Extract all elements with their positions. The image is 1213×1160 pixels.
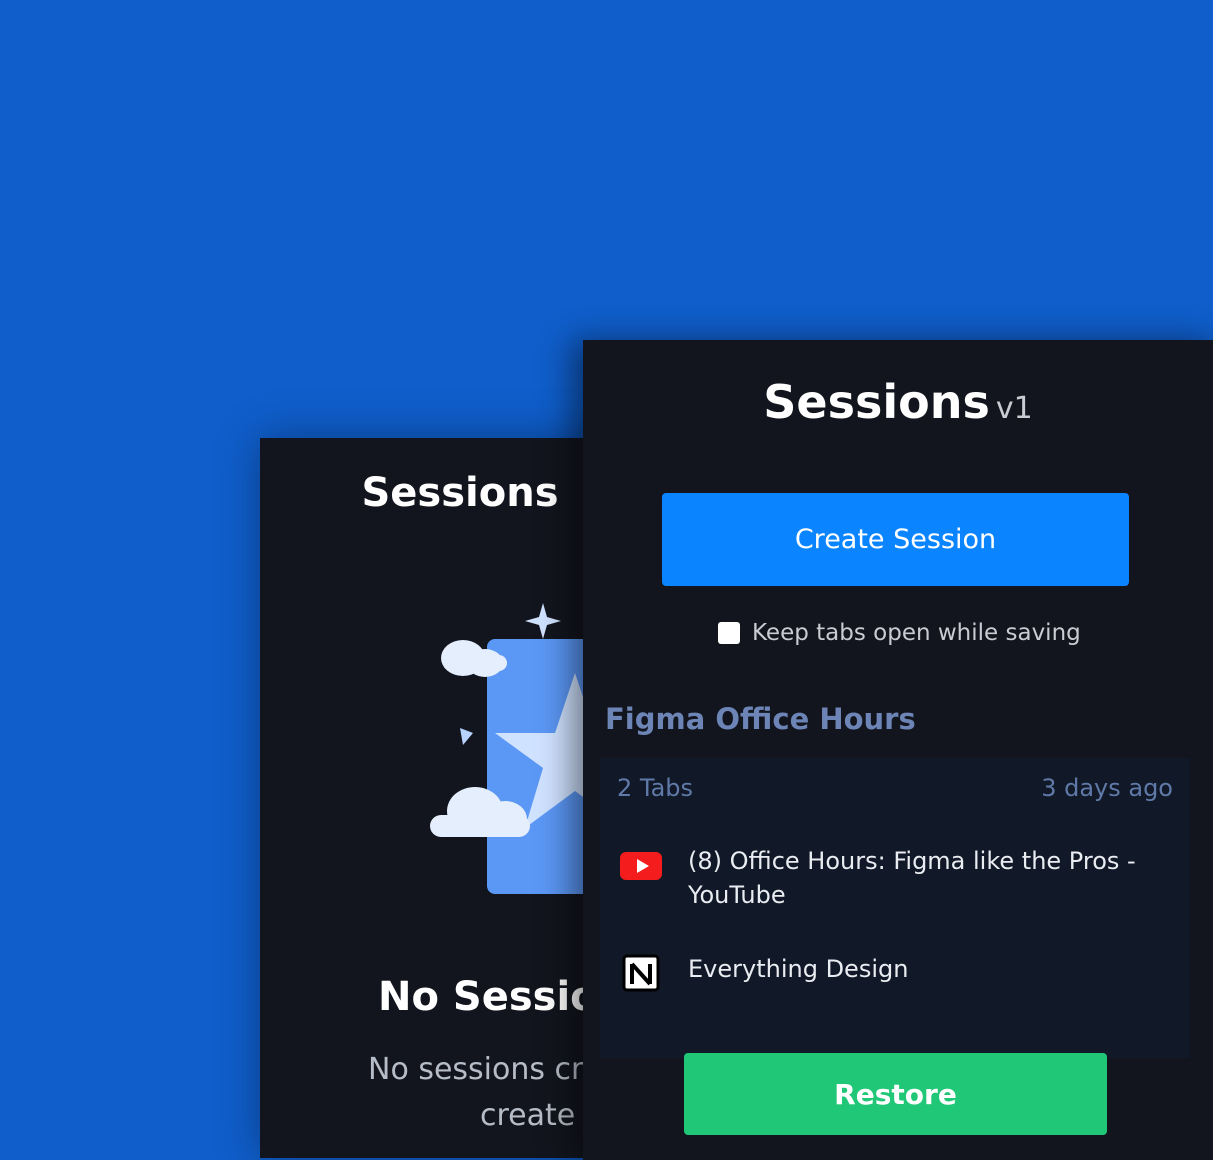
keep-tabs-option[interactable]: Keep tabs open while saving	[718, 620, 1081, 646]
keep-tabs-label: Keep tabs open while saving	[752, 620, 1081, 646]
create-session-button[interactable]: Create Session	[662, 493, 1129, 586]
no-sessions-text-2: create one	[480, 1098, 583, 1133]
tab-item[interactable]: Everything Design	[620, 952, 1138, 996]
app-title: Sessions	[763, 375, 990, 429]
youtube-icon	[620, 852, 662, 880]
version-label: v1	[995, 391, 1033, 426]
sessions-popup-panel: Sessions v1 Create Session Keep tabs open…	[583, 340, 1213, 1160]
keep-tabs-checkbox[interactable]	[718, 622, 740, 644]
session-card: 2 Tabs 3 days ago (8) Office Hours: Figm…	[600, 758, 1190, 1058]
restore-button[interactable]: Restore	[684, 1053, 1107, 1135]
tab-title: (8) Office Hours: Figma like the Pros - …	[688, 847, 1136, 909]
back-panel-title: Sessions	[361, 470, 559, 516]
page-title: Sessions v1	[583, 375, 1213, 429]
empty-state-illustration	[430, 603, 583, 894]
tabs-count: 2 Tabs	[617, 774, 694, 802]
session-group-title: Figma Office Hours	[605, 702, 916, 736]
back-panel-content: Sessions No Sessions No sessions created…	[260, 438, 583, 1158]
notion-icon	[622, 954, 660, 992]
tab-item[interactable]: (8) Office Hours: Figma like the Pros - …	[620, 844, 1138, 912]
no-sessions-text: No sessions created yet	[368, 1052, 583, 1087]
time-ago: 3 days ago	[1041, 774, 1173, 802]
no-sessions-title: No Sessions	[378, 974, 583, 1020]
tab-title: Everything Design	[688, 955, 909, 983]
